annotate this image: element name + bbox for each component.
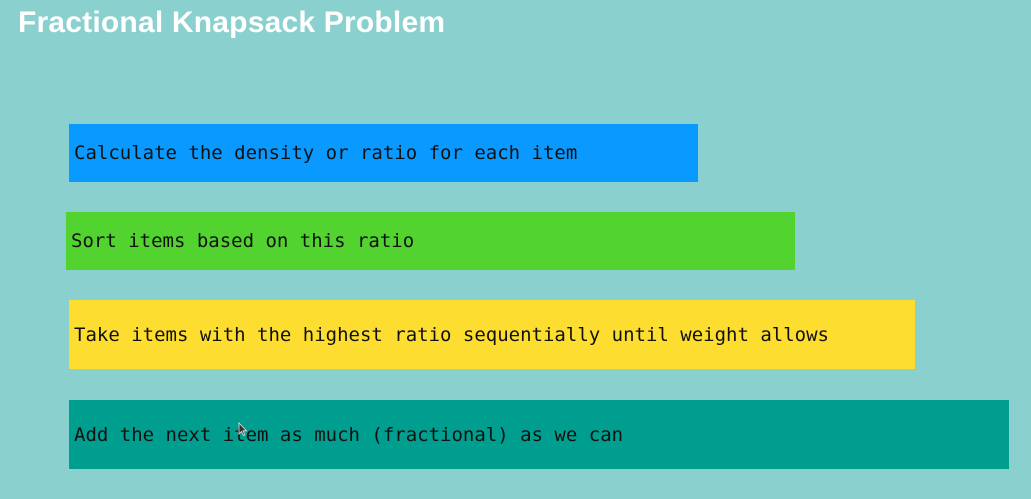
step-label: Sort items based on this ratio bbox=[71, 230, 415, 252]
step-label: Calculate the density or ratio for each … bbox=[74, 142, 578, 164]
mouse-pointer-icon bbox=[238, 422, 248, 436]
step-box-sort-items: Sort items based on this ratio bbox=[66, 212, 795, 270]
step-box-calculate-ratio: Calculate the density or ratio for each … bbox=[69, 124, 698, 182]
step-box-take-items: Take items with the highest ratio sequen… bbox=[69, 300, 915, 369]
step-label: Add the next item as much (fractional) a… bbox=[74, 423, 624, 446]
step-label: Take items with the highest ratio sequen… bbox=[74, 323, 829, 346]
slide-title: Fractional Knapsack Problem bbox=[18, 6, 446, 39]
step-box-add-fractional: Add the next item as much (fractional) a… bbox=[69, 400, 1009, 469]
